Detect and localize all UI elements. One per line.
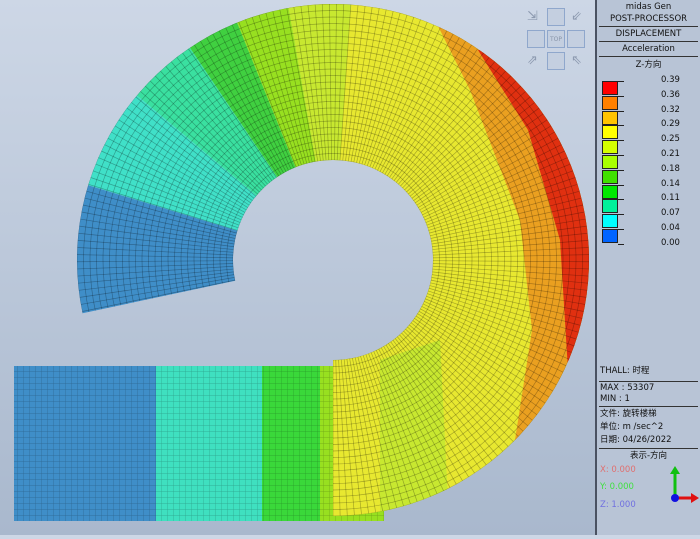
- legend-value: 0.07: [661, 208, 680, 219]
- legend-tick: [618, 140, 624, 142]
- legend-value: 0.29: [661, 119, 680, 130]
- unit: 单位: m /sec^2: [600, 422, 664, 432]
- legend-swatch: [602, 199, 618, 214]
- legend-tick: [618, 243, 624, 245]
- min-value: MIN : 1: [600, 394, 630, 404]
- legend-value: 0.21: [661, 149, 680, 159]
- z-direction: Z: 1.000: [600, 500, 636, 510]
- arrow-se-icon[interactable]: ⇲: [527, 10, 538, 23]
- legend-tick: [618, 199, 624, 201]
- legend-value: 0.39: [661, 75, 680, 85]
- arrow-nw-icon[interactable]: ⇖: [571, 54, 582, 67]
- legend-tick: [618, 214, 624, 216]
- legend-value: 0.36: [661, 89, 680, 100]
- arrow-ne-icon[interactable]: ⇗: [527, 54, 538, 67]
- direction-label: Z-方向: [635, 60, 662, 70]
- straight-flight-contour: [14, 366, 384, 521]
- legend-value: 0.04: [661, 223, 680, 233]
- legend-value: 0.11: [661, 193, 680, 204]
- legend-tick: [618, 169, 624, 171]
- legend-value: 0.25: [661, 134, 680, 145]
- module-name: POST-PROCESSOR: [609, 14, 688, 24]
- legend-swatch: [602, 140, 618, 155]
- legend-tick: [618, 110, 624, 112]
- result-type: DISPLACEMENT: [615, 29, 682, 39]
- contour-plot: [14, 4, 590, 521]
- date: 日期: 04/26/2022: [600, 435, 672, 445]
- y-direction: Y: 0.000: [600, 482, 634, 492]
- view-right-button[interactable]: [567, 30, 585, 48]
- legend-tick: [618, 81, 624, 82]
- model-viewport[interactable]: [0, 0, 595, 535]
- view-back-button[interactable]: [547, 8, 565, 26]
- axis-triad-icon: [670, 466, 699, 503]
- legend-swatch: [602, 81, 618, 95]
- legend-swatch: [602, 125, 618, 140]
- legend-swatch: [602, 229, 618, 243]
- app-name: midas Gen: [625, 2, 672, 12]
- view-top-button[interactable]: TOP: [547, 30, 565, 48]
- legend-value: 0.00: [661, 237, 680, 248]
- legend-tick: [618, 125, 624, 127]
- result-component: Acceleration: [622, 44, 675, 54]
- arrow-sw-icon[interactable]: ⇙: [571, 10, 582, 23]
- legend-swatch: [602, 169, 618, 184]
- legend-swatch: [602, 214, 618, 229]
- legend-swatch: [602, 155, 618, 169]
- legend-tick: [618, 155, 624, 156]
- max-value: MAX : 53307: [600, 383, 655, 393]
- legend-swatch: [602, 184, 618, 199]
- view-left-button[interactable]: [527, 30, 545, 48]
- view-direction-label: 表示-方向: [629, 451, 668, 461]
- legend-value: 0.14: [661, 178, 680, 189]
- legend-panel: midas Gen POST-PROCESSOR DISPLACEMENT Ac…: [595, 0, 700, 535]
- color-scale: 0.39 0.36 0.32 0.29 0.25 0.21 0.18 0.14 0.11 0.07…: [597, 75, 700, 248]
- legend-value: 0.32: [661, 104, 680, 115]
- x-direction: X: 0.000: [600, 465, 636, 475]
- file-name: 文件: 旋转楼梯: [600, 409, 657, 419]
- view-front-button[interactable]: [547, 52, 565, 70]
- legend-value: 0.18: [661, 163, 680, 174]
- load-case: THALL: 时程: [600, 366, 650, 376]
- legend-tick: [618, 95, 624, 97]
- view-cube[interactable]: ⇲ ⇙ TOP ⇗ ⇖: [525, 8, 587, 70]
- legend-tick: [618, 184, 624, 186]
- legend-tick: [618, 229, 624, 230]
- legend-swatch: [602, 95, 618, 110]
- legend-swatch: [602, 110, 618, 125]
